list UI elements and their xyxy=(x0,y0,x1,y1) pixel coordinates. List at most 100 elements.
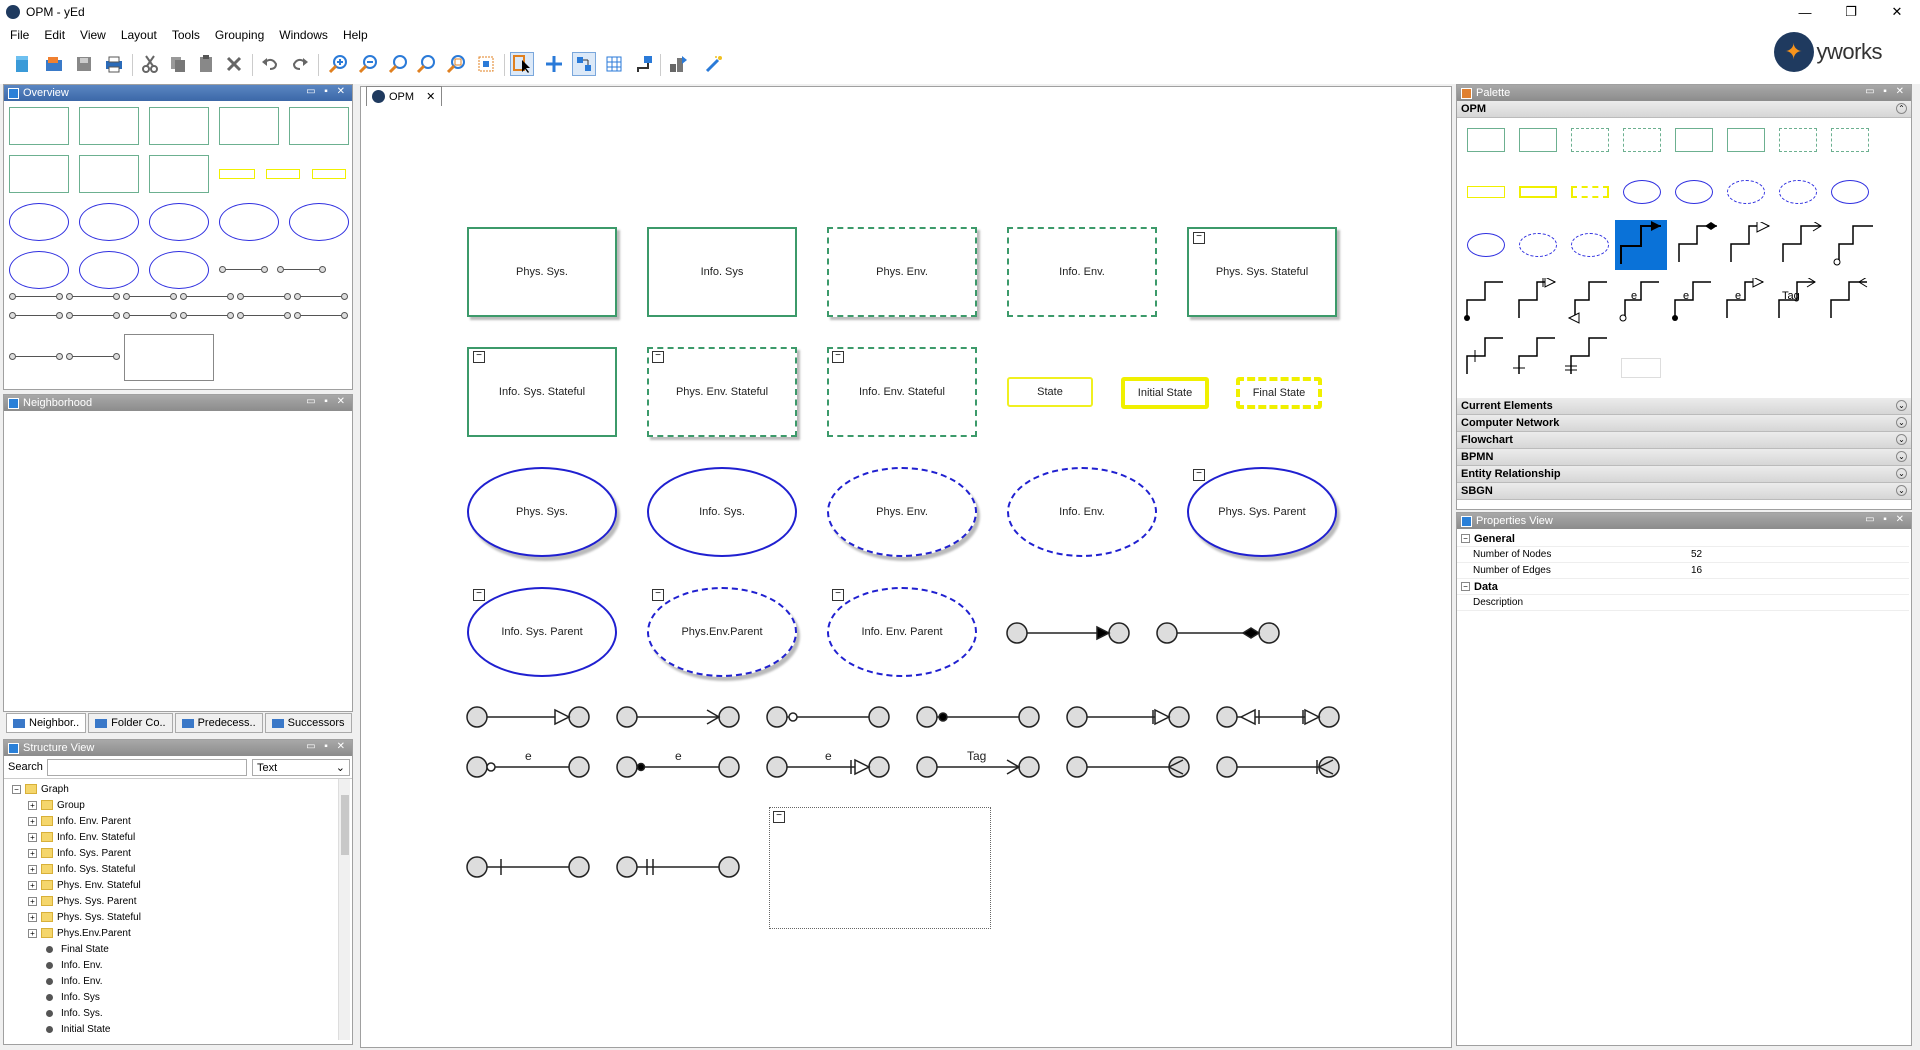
tree-scrollbar[interactable] xyxy=(338,779,350,1040)
new-document-icon[interactable] xyxy=(10,52,34,76)
collapse-group-icon[interactable]: − xyxy=(832,351,844,363)
tree-group-item[interactable]: + Phys. Sys. Parent xyxy=(28,893,136,909)
zoom-area-icon[interactable] xyxy=(444,52,468,76)
menu-file[interactable]: File xyxy=(10,28,29,42)
expand-section-icon[interactable]: ⌄ xyxy=(1896,417,1907,428)
structure-search-input[interactable] xyxy=(47,759,247,776)
menu-windows[interactable]: Windows xyxy=(279,28,328,42)
expand-icon[interactable]: + xyxy=(28,832,37,842)
tree-group-item[interactable]: + Phys. Env. Stateful xyxy=(28,877,141,893)
palette-item-group[interactable] xyxy=(1621,358,1661,378)
palette-section-opm[interactable]: OPM ⌃ xyxy=(1457,101,1911,118)
expand-section-icon[interactable]: ⌄ xyxy=(1896,434,1907,445)
graph-canvas[interactable]: Phys. Sys. Info. Sys Phys. Env. Info. En… xyxy=(360,86,1452,1048)
tree-node-item[interactable]: Info. Sys. xyxy=(46,1005,103,1021)
palette-section-current-elements[interactable]: Current Elements ⌄ xyxy=(1457,398,1911,415)
menu-edit[interactable]: Edit xyxy=(44,28,65,42)
palette-item-state[interactable] xyxy=(1467,186,1505,198)
palette-item-edge[interactable] xyxy=(1825,278,1871,324)
palette-section-flowchart[interactable]: Flowchart ⌄ xyxy=(1457,432,1911,449)
expand-section-icon[interactable]: ⌄ xyxy=(1896,400,1907,411)
palette-item-edge[interactable] xyxy=(1461,278,1507,324)
palette-item-edge[interactable] xyxy=(1831,222,1877,268)
print-icon[interactable] xyxy=(102,52,126,76)
layout-icon[interactable] xyxy=(666,52,690,76)
minimize-button[interactable]: — xyxy=(1782,0,1828,24)
expand-icon[interactable]: + xyxy=(28,864,37,874)
structure-tree[interactable]: − Graph + Group + Info. Env. Parent + Info. … xyxy=(4,778,352,1040)
palette-item-info-env-process[interactable] xyxy=(1779,180,1817,204)
collapse-group-icon[interactable]: − xyxy=(652,589,664,601)
palette-item-process[interactable] xyxy=(1623,180,1661,204)
menu-grouping[interactable]: Grouping xyxy=(215,28,264,42)
palette-item-edge[interactable] xyxy=(1565,278,1611,324)
orthogonal-edges-icon[interactable] xyxy=(632,52,656,76)
palette-item-env-parent[interactable] xyxy=(1519,233,1557,257)
undo-icon[interactable] xyxy=(258,52,282,76)
tree-node-item[interactable]: Info. Sys xyxy=(46,989,100,1005)
expand-icon[interactable]: + xyxy=(28,896,37,906)
panel-window-buttons[interactable]: ▭ ▪ ✕ xyxy=(1865,86,1907,97)
tree-group-item[interactable]: + Info. Sys. Stateful xyxy=(28,861,135,877)
open-icon[interactable] xyxy=(42,52,66,76)
collapse-group-icon[interactable]: − xyxy=(473,589,485,601)
copy-icon[interactable] xyxy=(166,52,190,76)
zoom-out-icon[interactable] xyxy=(356,52,380,76)
tree-node-item[interactable]: Info. Env. xyxy=(46,973,103,989)
palette-item-edge[interactable] xyxy=(1779,222,1825,268)
paste-icon[interactable] xyxy=(194,52,218,76)
magic-icon[interactable] xyxy=(702,52,726,76)
overview-canvas[interactable] xyxy=(4,101,352,389)
palette-item-info-sys-stateful[interactable] xyxy=(1727,128,1765,152)
property-category-general[interactable]: − General xyxy=(1457,531,1909,547)
close-window-button[interactable]: ✕ xyxy=(1874,0,1920,24)
expand-icon[interactable]: + xyxy=(28,848,37,858)
collapse-group-icon[interactable]: − xyxy=(773,811,785,823)
palette-item-phys-env-stateful[interactable] xyxy=(1779,128,1817,152)
expand-icon[interactable]: + xyxy=(28,928,37,938)
palette-section-bpmn[interactable]: BPMN ⌄ xyxy=(1457,449,1911,466)
palette-item-info-env-stateful[interactable] xyxy=(1831,128,1869,152)
expand-icon[interactable]: + xyxy=(28,912,37,922)
palette-item-info-process[interactable] xyxy=(1675,180,1713,204)
tree-root[interactable]: − Graph xyxy=(12,781,69,797)
collapse-group-icon[interactable]: − xyxy=(1193,469,1205,481)
property-row[interactable]: Number of Edges 16 xyxy=(1457,563,1909,579)
collapse-icon[interactable]: − xyxy=(1461,582,1470,591)
tab-opm-document[interactable]: OPM ✕ xyxy=(366,86,442,106)
edge-label[interactable]: e xyxy=(825,749,832,763)
tree-group-item[interactable]: + Info. Env. Parent xyxy=(28,813,131,829)
delete-icon[interactable] xyxy=(222,52,246,76)
empty-group-node[interactable] xyxy=(769,807,991,929)
edge-label[interactable]: e xyxy=(525,749,532,763)
palette-item-edge[interactable] xyxy=(1617,278,1663,324)
zoom-fit-icon[interactable] xyxy=(414,52,438,76)
property-row[interactable]: Number of Nodes 52 xyxy=(1457,547,1909,563)
panel-window-buttons[interactable]: ▭ ▪ ✕ xyxy=(306,396,348,407)
palette-item-edge[interactable] xyxy=(1513,334,1559,380)
tree-group-item[interactable]: + Phys.Env.Parent xyxy=(28,925,131,941)
expand-section-icon[interactable]: ⌄ xyxy=(1896,468,1907,479)
palette-item-edge[interactable] xyxy=(1721,278,1767,324)
zoom-in-icon[interactable] xyxy=(326,52,350,76)
close-tab-icon[interactable]: ✕ xyxy=(426,90,435,103)
palette-item-sys-parent[interactable] xyxy=(1467,233,1505,257)
menu-tools[interactable]: Tools xyxy=(172,28,200,42)
save-icon[interactable] xyxy=(72,52,96,76)
panel-window-buttons[interactable]: ▭ ▪ ✕ xyxy=(306,741,348,752)
palette-section-computer-network[interactable]: Computer Network ⌄ xyxy=(1457,415,1911,432)
expand-icon[interactable]: + xyxy=(28,800,37,810)
palette-item-edge[interactable] xyxy=(1669,278,1715,324)
expand-icon[interactable]: + xyxy=(28,816,37,826)
tree-node-item[interactable]: Info. Env. xyxy=(46,957,103,973)
zoom-actual-icon[interactable] xyxy=(386,52,410,76)
palette-item-phys-sys-stateful[interactable] xyxy=(1675,128,1713,152)
collapse-icon[interactable]: − xyxy=(1461,534,1470,543)
scrollbar-thumb[interactable] xyxy=(341,795,349,855)
palette-item-info-sys[interactable] xyxy=(1519,128,1557,152)
palette-item-edge[interactable] xyxy=(1675,222,1721,268)
edge-label[interactable]: Tag xyxy=(967,749,986,763)
palette-section-entity-relationship[interactable]: Entity Relationship ⌄ xyxy=(1457,466,1911,483)
collapse-group-icon[interactable]: − xyxy=(652,351,664,363)
collapse-group-icon[interactable]: − xyxy=(1193,232,1205,244)
